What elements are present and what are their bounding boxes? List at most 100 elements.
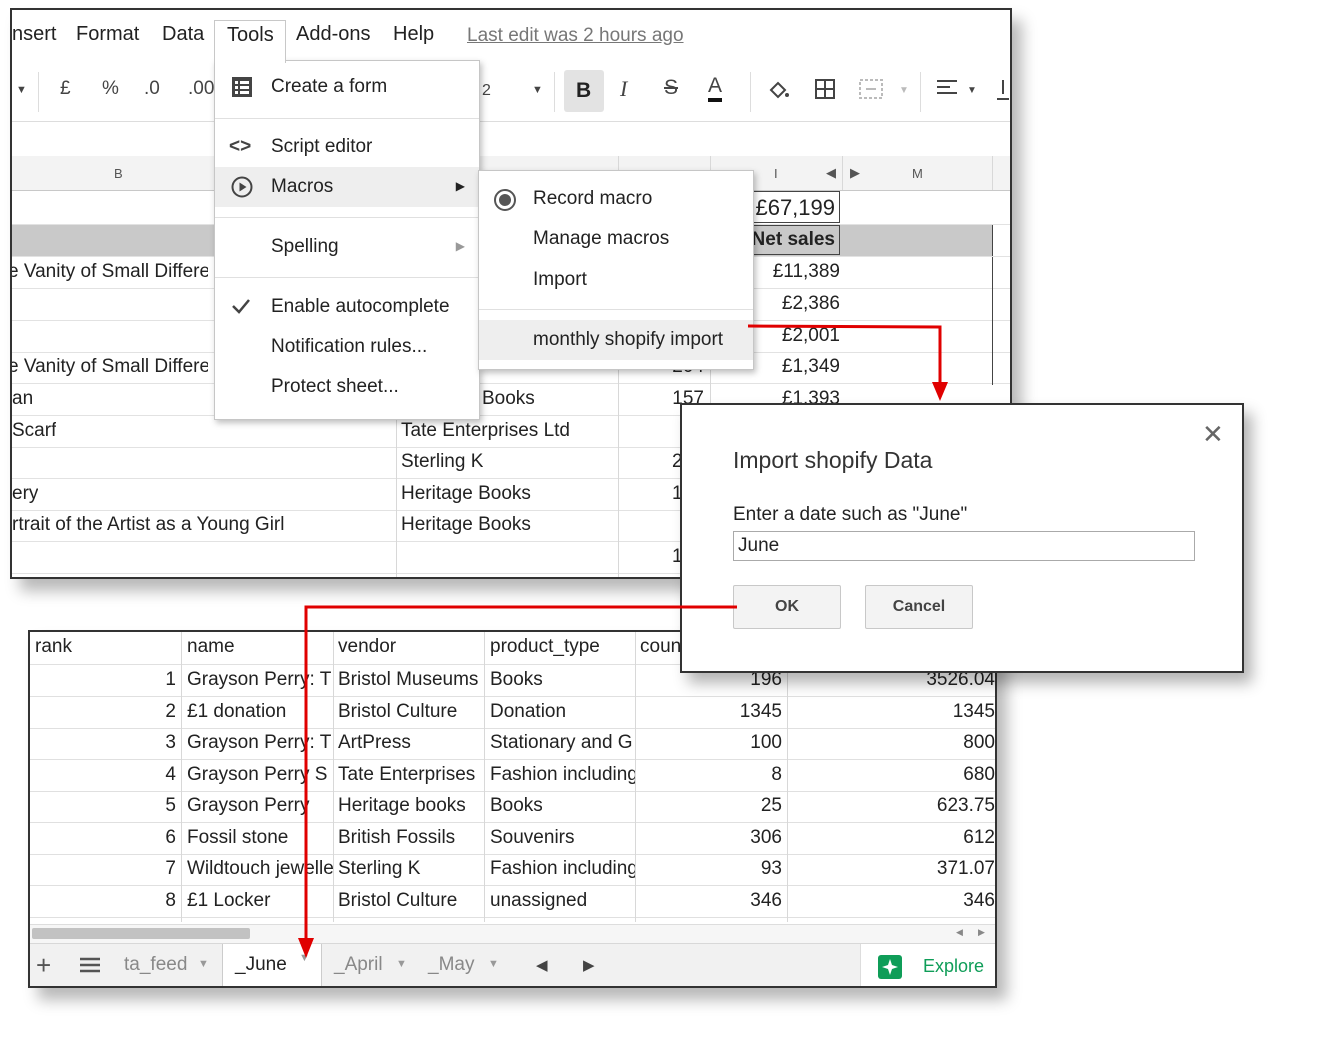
tab-june[interactable]: _June ▼ (222, 944, 322, 986)
cell-title: rtrait of the Artist as a Young Girl (12, 514, 285, 535)
menu-tools[interactable]: Tools (214, 20, 286, 63)
cell-value: 371.07 (936, 858, 995, 879)
cell-vendor: Sterling K (401, 451, 484, 472)
toolbar-divider (554, 72, 555, 112)
formula-bar[interactable] (12, 121, 1010, 157)
bold-label: B (576, 79, 592, 102)
cancel-button[interactable]: Cancel (865, 585, 973, 629)
tools-menu: Create a form <> Script editor Macros ▶ … (214, 60, 480, 420)
tab-may[interactable]: _May ▼ (422, 944, 506, 986)
cell-title: an (12, 388, 34, 409)
menu-item-record-macro[interactable]: Record macro (479, 179, 753, 219)
currency-button[interactable]: £ (60, 78, 71, 100)
date-input[interactable] (733, 531, 1195, 561)
percent-button[interactable]: % (102, 78, 119, 100)
borders-icon[interactable] (814, 78, 836, 106)
column-header-i[interactable]: I (774, 166, 778, 181)
header-rank[interactable]: rank (35, 636, 72, 658)
scroll-right-icon[interactable]: ▶ (978, 927, 985, 938)
chevron-down-icon[interactable]: ▼ (967, 85, 977, 96)
scrollbar-thumb[interactable] (32, 928, 250, 939)
align-left-icon[interactable] (936, 78, 958, 104)
scroll-left-icon[interactable]: ◀ (956, 927, 963, 938)
decrease-decimals-button[interactable]: .0 (144, 78, 160, 100)
menu-item-notification-rules[interactable]: Notification rules... (215, 327, 479, 367)
table-row[interactable]: 5 Grayson Perry Heritage books Books 25 … (30, 791, 995, 823)
strikethrough-button[interactable]: S (664, 76, 678, 100)
column-header-b[interactable]: B (114, 166, 123, 181)
menu-item-manage-macros[interactable]: Manage macros (479, 219, 753, 259)
chevron-down-icon[interactable]: ▼ (532, 84, 543, 96)
cell-vendor: British Fossils (338, 827, 456, 848)
column-header-m[interactable]: M (912, 166, 923, 181)
merge-cells-icon[interactable] (858, 78, 884, 106)
table-row[interactable]: 7 Wildtouch jewelle Sterling K Fashion i… (30, 854, 995, 886)
valign-icon[interactable] (996, 78, 1010, 108)
cell-product-type: unassigned (490, 890, 588, 911)
chevron-down-icon[interactable]: ▼ (198, 958, 209, 970)
menu-item-label: Record macro (533, 188, 653, 209)
table-row[interactable]: 4 Grayson Perry S Tate Enterprises Fashi… (30, 760, 995, 792)
next-sheet-icon[interactable]: ▶ (583, 956, 595, 974)
table-row[interactable]: 3 Grayson Perry: T ArtPress Stationary a… (30, 728, 995, 760)
menu-item-autocomplete[interactable]: Enable autocomplete (215, 287, 479, 327)
cell-product-type: Fashion including (490, 764, 636, 785)
explore-button[interactable]: Explore (860, 944, 995, 986)
menu-format[interactable]: Format (76, 23, 139, 46)
cell-vendor: Tate Enterprises (338, 764, 476, 785)
menu-item-monthly-shopify-import[interactable]: monthly shopify import (479, 320, 753, 360)
toolbar-divider (750, 72, 751, 112)
sheet-tab-bar: + ta_feed ▼ _June ▼ _April ▼ _May ▼ ◀ ▶ … (30, 943, 995, 986)
chevron-down-icon[interactable]: ▼ (488, 958, 499, 970)
cell-vendor: Heritage Books (401, 483, 531, 504)
chevron-down-icon[interactable]: ▼ (299, 952, 310, 964)
table-row[interactable]: 8 £1 Locker Bristol Culture unassigned 3… (30, 886, 995, 918)
chevron-down-icon[interactable]: ▼ (899, 85, 909, 96)
net-sales-header-cell[interactable]: Net sales (744, 225, 840, 255)
menu-item-label: Protect sheet... (271, 376, 399, 397)
cell-value: 680 (963, 764, 995, 785)
menu-item-import[interactable]: Import (479, 260, 753, 300)
last-edit-link[interactable]: Last edit was 2 hours ago (467, 25, 684, 47)
chevron-down-icon[interactable]: ▼ (16, 84, 27, 96)
menu-item-script-editor[interactable]: <> Script editor (215, 127, 479, 167)
menu-item-create-form[interactable]: Create a form (215, 67, 479, 107)
chevron-down-icon[interactable]: ▼ (396, 958, 407, 970)
menu-data[interactable]: Data (162, 23, 204, 46)
text-color-button[interactable]: A (708, 74, 723, 102)
scroll-left-icon[interactable]: ◀ (826, 165, 836, 181)
increase-decimals-button[interactable]: .00 (188, 78, 214, 100)
header-product-type[interactable]: product_type (490, 636, 600, 658)
net-sales-header: Net sales (751, 229, 835, 250)
cell-vendor: Heritage Books (401, 514, 531, 535)
menu-addons[interactable]: Add-ons (296, 23, 371, 46)
menu-divider (215, 277, 479, 278)
menu-item-protect-sheet[interactable]: Protect sheet... (215, 367, 479, 407)
close-icon[interactable]: ✕ (1202, 419, 1224, 450)
scroll-right-icon[interactable]: ▶ (850, 165, 860, 181)
table-row[interactable]: 2 £1 donation Bristol Culture Donation 1… (30, 697, 995, 729)
bold-button[interactable]: B (564, 70, 604, 112)
fill-color-icon[interactable] (766, 78, 790, 108)
italic-button[interactable]: I (620, 76, 627, 102)
table-row[interactable]: 6 Fossil stone British Fossils Souvenirs… (30, 823, 995, 855)
menu-item-macros[interactable]: Macros ▶ (215, 167, 479, 207)
ok-button[interactable]: OK (733, 585, 841, 629)
tab-april[interactable]: _April ▼ (328, 944, 414, 986)
prev-sheet-icon[interactable]: ◀ (536, 956, 548, 974)
menu-item-label: Script editor (271, 136, 373, 157)
all-sheets-icon[interactable] (80, 956, 100, 979)
tab-data-feed[interactable]: ta_feed ▼ (120, 944, 220, 986)
font-size-select[interactable]: 2 (482, 82, 491, 100)
add-sheet-icon[interactable]: + (36, 950, 51, 981)
cell-rank: 1 (165, 669, 176, 690)
menu-help[interactable]: Help (393, 23, 434, 46)
header-count[interactable]: coun (640, 636, 681, 658)
menu-insert[interactable]: nsert (12, 23, 56, 46)
total-cell[interactable]: £67,199 (744, 191, 840, 223)
horizontal-scrollbar[interactable]: ◀ ▶ (30, 924, 995, 943)
header-name[interactable]: name (187, 636, 235, 658)
tab-label: _June (235, 954, 287, 975)
menu-item-spelling[interactable]: Spelling ▶ (215, 227, 479, 267)
header-vendor[interactable]: vendor (338, 636, 396, 658)
